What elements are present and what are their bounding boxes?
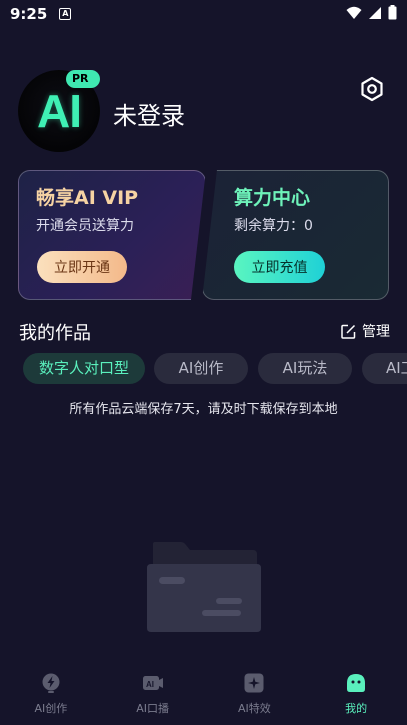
bolt-icon xyxy=(42,673,60,693)
power-center-title: 算力中心 xyxy=(234,187,311,209)
edit-icon xyxy=(341,324,356,339)
tab-lip-sync[interactable]: 数字人对口型 xyxy=(23,353,145,384)
remaining-power-label: 剩余算力：0 xyxy=(234,218,313,234)
open-vip-button[interactable]: 立即开通 xyxy=(37,251,127,283)
signal-icon xyxy=(369,6,381,19)
vip-title: 畅享AI VIP xyxy=(36,187,139,209)
storage-notice: 所有作品云端保存7天，请及时下载保存到本地 xyxy=(69,402,338,417)
avatar[interactable]: AI PR xyxy=(18,70,100,152)
battery-icon xyxy=(388,5,397,20)
tab-ai-creation[interactable]: AI创作 xyxy=(154,353,248,384)
nav-ai-broadcast[interactable]: AI AI口播 xyxy=(102,660,204,725)
settings-gear-icon[interactable] xyxy=(359,76,385,102)
nav-label: AI特效 xyxy=(237,702,271,715)
bottom-navigation: AI创作 AI AI口播 AI特效 我的 xyxy=(0,660,407,725)
manage-label: 管理 xyxy=(362,324,390,340)
nav-ai-creation[interactable]: AI创作 xyxy=(0,660,102,725)
nav-ai-effects[interactable]: AI特效 xyxy=(204,660,306,725)
svg-text:AI: AI xyxy=(146,680,154,689)
sparkle-icon xyxy=(244,673,264,693)
status-bar: 9:25 A xyxy=(0,0,407,28)
nav-label: AI口播 xyxy=(136,702,170,715)
tab-ai-tools[interactable]: AI工 xyxy=(362,353,407,384)
tab-ai-play[interactable]: AI玩法 xyxy=(258,353,352,384)
recharge-button[interactable]: 立即充值 xyxy=(234,251,325,283)
works-tabs: 数字人对口型 AI创作 AI玩法 AI工 xyxy=(0,353,407,385)
nav-label: 我的 xyxy=(345,702,368,715)
status-time: 9:25 xyxy=(10,5,48,23)
pro-badge: PR xyxy=(66,70,100,88)
my-works-title: 我的作品 xyxy=(19,323,91,344)
manage-button[interactable]: 管理 xyxy=(341,321,390,341)
wifi-icon xyxy=(346,6,362,19)
username-label[interactable]: 未登录 xyxy=(113,96,185,131)
nav-label: AI创作 xyxy=(34,702,68,715)
ai-video-icon: AI xyxy=(142,676,163,690)
avatar-logo-text: AI xyxy=(37,85,82,137)
vip-subtitle: 开通会员送算力 xyxy=(36,218,134,234)
ghost-icon xyxy=(347,674,366,692)
nav-mine[interactable]: 我的 xyxy=(305,660,407,725)
notification-a-icon: A xyxy=(59,8,72,20)
empty-folder-icon xyxy=(147,542,261,632)
